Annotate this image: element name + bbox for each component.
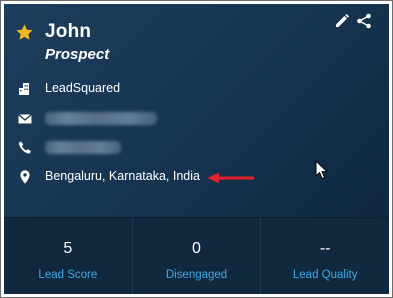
phone-row [4,138,389,158]
email-row [4,109,389,129]
company-name[interactable]: LeadSquared [45,81,120,95]
building-icon [19,83,29,95]
mouse-cursor-icon [315,160,329,180]
lead-stats-bar: 5 Lead Score 0 Disengaged -- Lead Qualit… [4,217,389,294]
lead-card: John Prospect LeadSquared Bengaluru, Kar… [4,4,389,294]
pencil-icon[interactable] [334,13,350,29]
stat-disengaged[interactable]: 0 Disengaged [131,218,261,294]
annotation-arrow [207,172,255,184]
share-icon[interactable] [356,13,372,29]
stat-value: -- [319,240,331,257]
stat-lead-quality[interactable]: -- Lead Quality [260,218,389,294]
stat-label[interactable]: Lead Quality [261,269,389,281]
company-row: LeadSquared [4,79,389,99]
screenshot-frame: John Prospect LeadSquared Bengaluru, Kar… [0,0,393,298]
phone-icon [18,141,31,154]
lead-stage: Prospect [45,46,110,63]
stat-label[interactable]: Lead Score [4,269,132,281]
stat-value: 0 [192,240,201,257]
location-text: Bengaluru, Karnataka, India [45,169,200,183]
phone-value-redacted[interactable] [45,141,121,154]
lead-name: John [45,21,92,42]
location-row: Bengaluru, Karnataka, India [4,167,389,187]
stat-lead-score[interactable]: 5 Lead Score [4,218,132,294]
map-pin-icon [20,170,30,184]
email-value-redacted[interactable] [45,112,157,125]
star-icon[interactable] [15,23,34,42]
stat-label[interactable]: Disengaged [133,269,261,281]
stat-value: 5 [63,240,73,257]
envelope-icon [18,114,32,124]
lead-card-header: John Prospect LeadSquared Bengaluru, Kar… [4,4,389,217]
